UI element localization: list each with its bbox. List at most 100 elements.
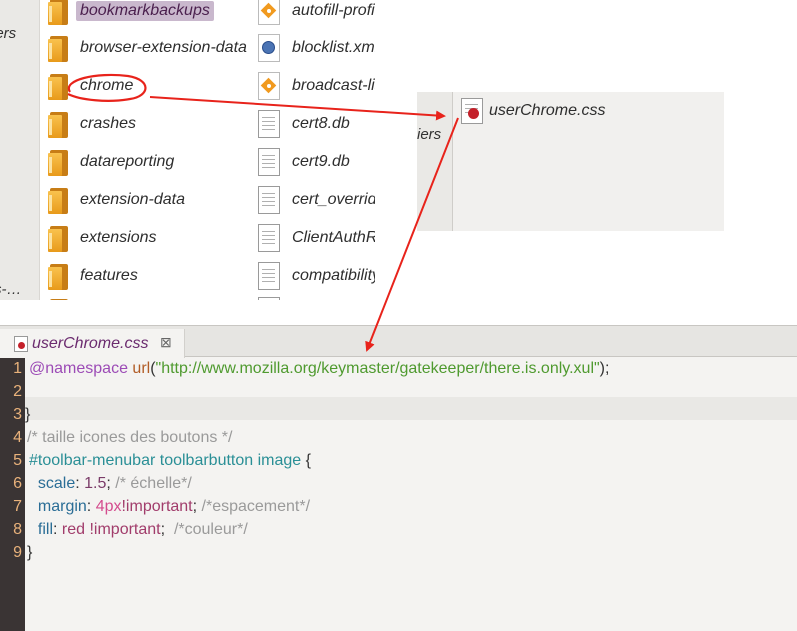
folder-item-extension-data[interactable]: extension-data — [48, 182, 189, 218]
file-item-broadcast-listeners[interactable]: broadcast-lis — [258, 68, 375, 104]
folder-label: bookmarkbackups — [76, 1, 214, 21]
code-line-9: } — [27, 544, 32, 562]
file-label: userChrome.css — [489, 102, 606, 119]
diamond-file-icon — [258, 72, 280, 100]
code-line-3: } — [25, 406, 30, 424]
folder-item-chrome[interactable]: chrome — [48, 68, 137, 104]
string-literal: "http://www.mozilla.org/keymaster/gateke… — [155, 360, 600, 377]
property-value: red — [61, 521, 86, 538]
line-number: 3 — [13, 406, 22, 423]
folder-label: browser-extension-data — [80, 39, 247, 56]
at-rule: @namespace — [29, 360, 128, 377]
current-line-highlight — [25, 397, 797, 420]
line-number: 2 — [13, 383, 22, 400]
folder-item-partial[interactable] — [48, 293, 76, 300]
file-label: ClientAuthRe — [292, 229, 375, 246]
line-number: 6 — [13, 475, 22, 492]
file-label: blocklist.xml — [292, 39, 375, 56]
file-label: compatibility. — [292, 267, 375, 284]
brace: { — [301, 452, 311, 469]
file-label: broadcast-lis — [292, 77, 375, 94]
document-icon — [258, 148, 280, 176]
comment: /*espacement*/ — [201, 498, 311, 515]
code-line-7: margin: 4px!important; /*espacement*/ — [37, 498, 311, 515]
folder-label: extension-data — [80, 191, 185, 208]
folder-icon — [48, 262, 70, 290]
function-name: url — [132, 360, 151, 377]
property-value: 4px — [95, 498, 122, 515]
line-number: 1 — [13, 360, 22, 377]
document-icon — [258, 110, 280, 138]
file-item-autofill-profile[interactable]: autofill-profile — [258, 0, 375, 29]
diamond-file-icon — [258, 0, 280, 25]
file-item-cert8[interactable]: cert8.db — [258, 106, 354, 142]
css-file-icon — [461, 98, 483, 124]
code-line-4: /* taille icones des boutons */ — [27, 429, 232, 447]
folder-label: datareporting — [80, 153, 175, 170]
folder-item-crashes[interactable]: crashes — [48, 106, 140, 142]
brace: } — [25, 406, 31, 423]
file-label: autofill-profile — [292, 2, 375, 19]
folder-icon — [48, 186, 70, 214]
file-list: bookmarkbackups browser-extension-data c… — [40, 0, 375, 300]
code-line-8: fill: red !important; /*couleur*/ — [37, 521, 248, 538]
comment: /* taille icones des boutons */ — [27, 429, 233, 446]
sidebar-fragment[interactable]: iers — [417, 126, 441, 143]
file-item-compatibility[interactable]: compatibility. — [258, 258, 375, 294]
folder-item-datareporting[interactable]: datareporting — [48, 144, 178, 180]
close-icon[interactable]: ⊠ — [160, 334, 172, 351]
document-icon — [258, 262, 280, 290]
sidebar-fragment-top[interactable]: iers — [0, 25, 16, 42]
sidebar-fragment-bottom[interactable]: s-… — [0, 281, 22, 298]
line-number: 5 — [13, 452, 22, 469]
line-number: 9 — [13, 544, 22, 561]
globe-file-icon — [258, 34, 280, 62]
folder-icon — [48, 297, 70, 300]
document-icon — [258, 297, 280, 300]
code-line-6: scale: 1.5; /* échelle*/ — [37, 475, 192, 492]
folder-label: chrome — [80, 77, 134, 94]
comment: /* échelle*/ — [115, 475, 192, 492]
folder-label: extensions — [80, 229, 157, 246]
file-item-userchrome[interactable]: userChrome.css — [461, 98, 605, 124]
property-name: margin — [37, 498, 87, 515]
important-keyword: !important — [89, 521, 161, 538]
folder-item-extensions[interactable]: extensions — [48, 220, 161, 256]
comment: /*couleur*/ — [173, 521, 248, 538]
chrome-folder-view: iers userChrome.css — [417, 92, 724, 231]
file-label: cert8.db — [292, 115, 350, 132]
places-sidebar: iers — [417, 92, 453, 231]
folder-item-browser-extension-data[interactable]: browser-extension-data — [48, 30, 251, 66]
file-item-blocklist[interactable]: blocklist.xml — [258, 30, 375, 66]
property-name: scale — [37, 475, 76, 492]
property-value: 1.5 — [84, 475, 107, 492]
folder-icon — [48, 110, 70, 138]
places-sidebar: iers s-… — [0, 0, 40, 300]
file-item-cert-override[interactable]: cert_override — [258, 182, 375, 218]
file-item-cert9[interactable]: cert9.db — [258, 144, 354, 180]
folder-label: crashes — [80, 115, 137, 132]
file-item-partial[interactable] — [258, 293, 288, 300]
document-icon — [258, 224, 280, 252]
folder-icon — [48, 34, 70, 62]
file-manager-window: iers s-… bookmarkbackups browser-extensi… — [0, 0, 375, 300]
tab-userchrome[interactable]: userChrome.css ⊠ — [0, 329, 185, 358]
paren: ); — [599, 360, 610, 377]
code-line-5: #toolbar-menubar toolbarbutton image { — [29, 452, 311, 470]
file-item-clientauth[interactable]: ClientAuthRe — [258, 220, 375, 256]
folder-item-bookmarkbackups[interactable]: bookmarkbackups — [48, 0, 214, 29]
selector-element: toolbarbutton image — [159, 452, 302, 469]
line-number: 4 — [13, 429, 22, 446]
selector-id: #toolbar-menubar — [29, 452, 156, 469]
folder-icon — [48, 224, 70, 252]
folder-item-features[interactable]: features — [48, 258, 142, 294]
css-file-icon — [14, 335, 28, 352]
folder-icon — [48, 72, 70, 100]
code-area[interactable]: @namespace url("http://www.mozilla.org/k… — [25, 358, 797, 631]
tab-bar: userChrome.css ⊠ — [0, 325, 797, 358]
code-line-1: @namespace url("http://www.mozilla.org/k… — [29, 360, 609, 378]
line-number: 8 — [13, 521, 22, 538]
text-editor: userChrome.css ⊠ 1 2 3 4 5 6 7 8 9 @name… — [0, 325, 797, 631]
folder-icon — [48, 0, 70, 25]
file-label: cert_override — [292, 191, 375, 208]
